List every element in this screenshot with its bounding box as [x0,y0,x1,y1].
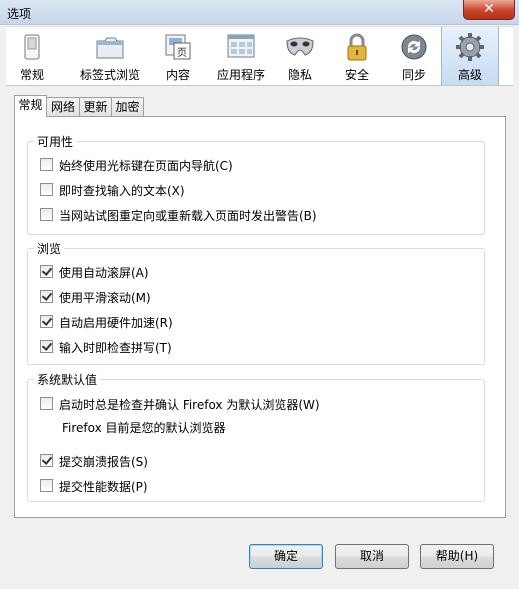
checkbox-box[interactable] [40,479,53,492]
default-browser-status: Firefox 目前是您的默认浏览器 [62,421,226,435]
checkbox-box[interactable] [40,208,53,221]
pane-privacy[interactable]: 隐私 [278,27,322,85]
pane-applications[interactable]: 应用程序 [209,27,273,85]
settings-panel: 可用性 始终使用光标键在页面内导航(C) 即时查找输入的文本(X) 当网站试图重… [14,116,506,518]
checkbox-box[interactable] [40,454,53,467]
privacy-mask-icon [286,37,314,56]
checkbox-box[interactable] [40,315,53,328]
tabs-icon [96,37,124,59]
padlock-icon [347,33,367,61]
pane-advanced[interactable]: 高级 [441,27,499,85]
gear-icon [456,33,484,61]
group-title: 可用性 [34,133,77,150]
checkbox-box[interactable] [40,265,53,278]
checkbox-box[interactable] [40,397,53,410]
checkbox-box[interactable] [40,158,53,171]
sync-icon [401,34,427,60]
help-button[interactable]: 帮助(H) [420,544,494,569]
svg-text:页: 页 [177,47,187,59]
pane-tabs[interactable]: 标签式浏览 [75,27,145,85]
title-bar: 选项 ✕ [0,0,519,25]
checkbox-box[interactable] [40,183,53,196]
pane-sync[interactable]: 同步 [392,27,436,85]
tab-network[interactable]: 网络 [46,97,80,116]
close-button[interactable]: ✕ [463,0,515,20]
checkbox-box[interactable] [40,340,53,353]
window-title: 选项 [7,7,32,21]
group-accessibility: 可用性 始终使用光标键在页面内导航(C) 即时查找输入的文本(X) 当网站试图重… [27,133,485,235]
switch-icon [24,34,40,60]
group-title: 浏览 [34,240,65,257]
pane-content[interactable]: 页 内容 [156,27,200,85]
ok-button[interactable]: 确定 [249,544,323,569]
content-icon: 页 [165,34,191,60]
applications-icon [227,34,255,58]
group-system-defaults: 系统默认值 启动时总是检查并确认 Firefox 为默认浏览器(W) Firef… [27,371,485,502]
tab-encryption[interactable]: 加密 [111,97,144,116]
cancel-button[interactable]: 取消 [335,544,409,569]
group-title: 系统默认值 [34,371,101,388]
group-browsing: 浏览 使用自动滚屏(A) 使用平滑滚动(M) 自动启用硬件加速(R) 输入时即检… [27,240,485,365]
pane-general[interactable]: 常规 [10,27,54,85]
pane-security[interactable]: 安全 [335,27,379,85]
tab-update[interactable]: 更新 [79,97,112,116]
close-icon: ✕ [483,1,495,17]
tab-general[interactable]: 常规 [14,95,47,117]
preferences-toolbar: 常规 标签式浏览 页 内容 应用程序 隐私 安全 同步 高级 [6,26,513,86]
checkbox-box[interactable] [40,290,53,303]
